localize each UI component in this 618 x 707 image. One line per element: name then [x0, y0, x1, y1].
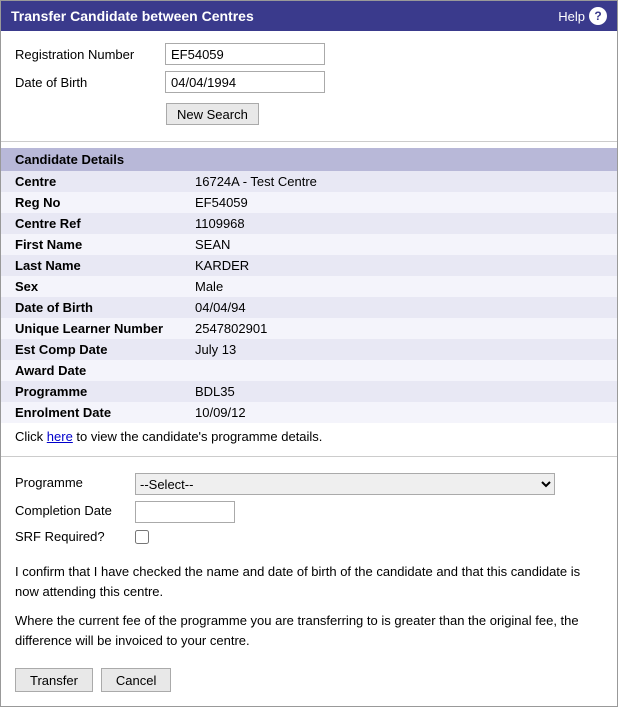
candidate-details-table: Centre16724A - Test CentreReg NoEF54059C… [1, 171, 617, 423]
field-label: Last Name [1, 255, 181, 276]
programme-label: Programme [15, 473, 135, 490]
transfer-button[interactable]: Transfer [15, 668, 93, 692]
field-label: Reg No [1, 192, 181, 213]
table-row: Centre16724A - Test Centre [1, 171, 617, 192]
table-row: Last NameKARDER [1, 255, 617, 276]
srf-label: SRF Required? [15, 529, 135, 544]
dob-input[interactable] [165, 71, 325, 93]
field-value: EF54059 [181, 192, 617, 213]
candidate-details-header: Candidate Details [1, 148, 617, 171]
divider-1 [1, 141, 617, 142]
transfer-form-section: Programme --Select-- Completion Date SRF… [1, 463, 617, 544]
table-row: Enrolment Date10/09/12 [1, 402, 617, 423]
view-programme-link[interactable]: here [47, 429, 73, 444]
table-row: ProgrammeBDL35 [1, 381, 617, 402]
confirm-text-2: Where the current fee of the programme y… [15, 611, 603, 650]
table-row: Date of Birth04/04/94 [1, 297, 617, 318]
srf-row: SRF Required? [15, 529, 603, 544]
click-text-pre: Click [15, 429, 47, 444]
completion-date-label: Completion Date [15, 501, 135, 518]
field-label: Sex [1, 276, 181, 297]
candidate-details-section: Candidate Details Centre16724A - Test Ce… [1, 148, 617, 450]
table-row: Est Comp DateJuly 13 [1, 339, 617, 360]
field-value: 1109968 [181, 213, 617, 234]
field-value: BDL35 [181, 381, 617, 402]
field-value: 2547802901 [181, 318, 617, 339]
table-row: Centre Ref1109968 [1, 213, 617, 234]
help-label: Help [558, 9, 585, 24]
action-buttons-area: Transfer Cancel [1, 658, 617, 706]
field-label: Enrolment Date [1, 402, 181, 423]
new-search-button[interactable]: New Search [166, 103, 259, 125]
page-title: Transfer Candidate between Centres [11, 8, 254, 24]
table-row: Unique Learner Number2547802901 [1, 318, 617, 339]
field-label: Est Comp Date [1, 339, 181, 360]
field-label: Unique Learner Number [1, 318, 181, 339]
reg-number-label: Registration Number [15, 47, 165, 62]
srf-checkbox[interactable] [135, 530, 149, 544]
programme-select[interactable]: --Select-- [135, 473, 555, 495]
field-label: Programme [1, 381, 181, 402]
field-value: KARDER [181, 255, 617, 276]
completion-date-row: Completion Date [15, 501, 603, 523]
field-label: First Name [1, 234, 181, 255]
help-icon: ? [589, 7, 607, 25]
field-value: SEAN [181, 234, 617, 255]
page-header: Transfer Candidate between Centres Help … [1, 1, 617, 31]
reg-number-input[interactable] [165, 43, 325, 65]
cancel-button[interactable]: Cancel [101, 668, 171, 692]
table-row: Reg NoEF54059 [1, 192, 617, 213]
field-value [181, 360, 617, 381]
reg-number-row: Registration Number [15, 43, 603, 65]
view-programme-link-row: Click here to view the candidate's progr… [1, 423, 617, 450]
click-text-post: to view the candidate's programme detail… [73, 429, 323, 444]
table-row: Award Date [1, 360, 617, 381]
divider-2 [1, 456, 617, 457]
field-label: Centre [1, 171, 181, 192]
table-row: First NameSEAN [1, 234, 617, 255]
help-button[interactable]: Help ? [558, 7, 607, 25]
field-value: July 13 [181, 339, 617, 360]
confirm-text-area: I confirm that I have checked the name a… [1, 550, 617, 658]
field-value: 16724A - Test Centre [181, 171, 617, 192]
dob-label: Date of Birth [15, 75, 165, 90]
search-form: Registration Number Date of Birth New Se… [1, 31, 617, 135]
programme-row: Programme --Select-- [15, 473, 603, 495]
table-row: SexMale [1, 276, 617, 297]
field-label: Date of Birth [1, 297, 181, 318]
field-value: Male [181, 276, 617, 297]
confirm-text-1: I confirm that I have checked the name a… [15, 562, 603, 601]
field-value: 10/09/12 [181, 402, 617, 423]
dob-row: Date of Birth [15, 71, 603, 93]
completion-date-input[interactable] [135, 501, 235, 523]
field-label: Award Date [1, 360, 181, 381]
field-value: 04/04/94 [181, 297, 617, 318]
field-label: Centre Ref [1, 213, 181, 234]
